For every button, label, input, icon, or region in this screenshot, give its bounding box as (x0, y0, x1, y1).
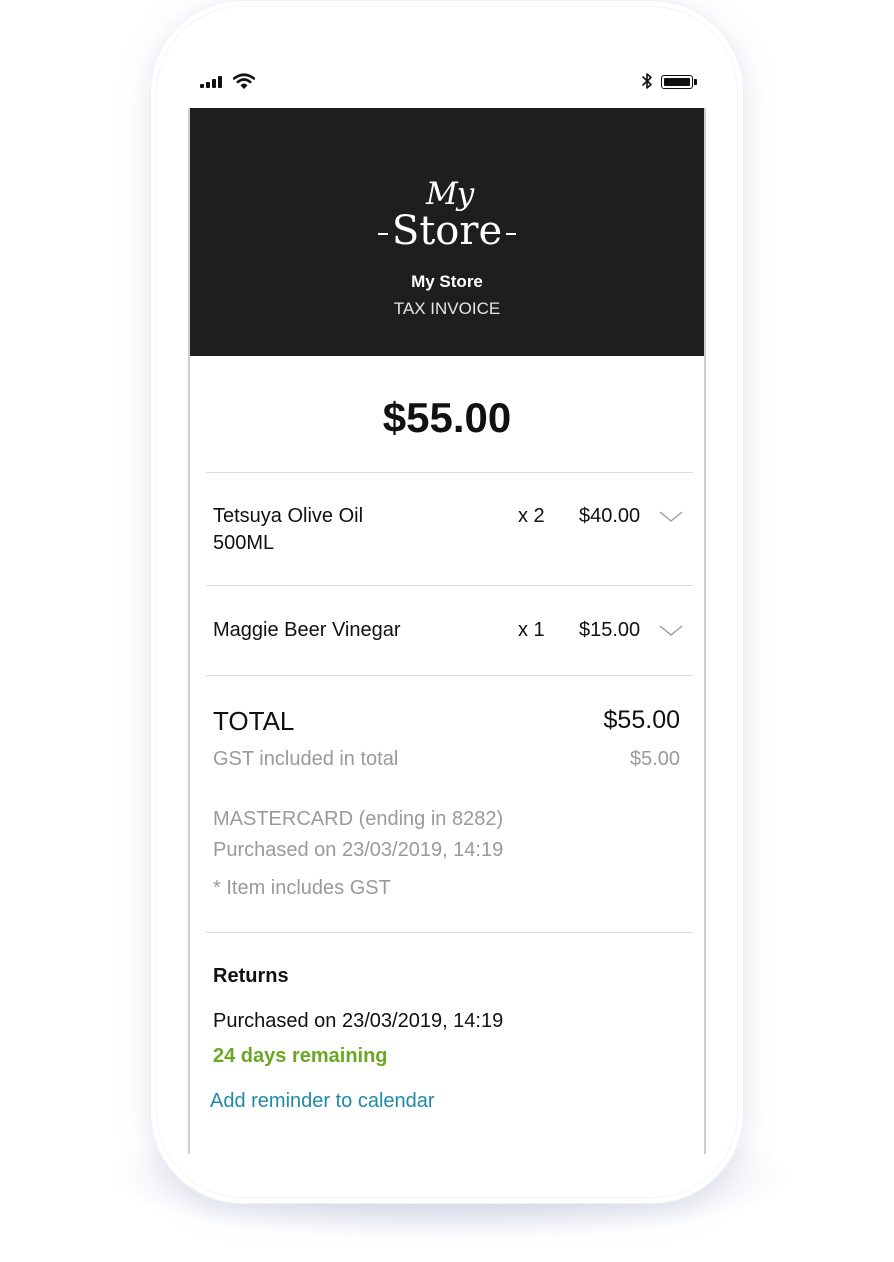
chevron-down-icon[interactable] (658, 508, 684, 524)
divider (206, 472, 693, 473)
total-value: $55.00 (603, 706, 680, 734)
item-price: $15.00 (579, 619, 641, 641)
add-reminder-link[interactable]: Add reminder to calendar (210, 1090, 435, 1113)
gst-value: $5.00 (629, 748, 680, 770)
item-name: Maggie Beer Vinegar (213, 619, 401, 641)
gst-note: * Item includes GST (213, 877, 391, 899)
receipt-amount: $55.00 (382, 394, 512, 441)
logo-store-wordmark: Store (190, 208, 704, 254)
total-label: TOTAL (213, 706, 295, 736)
bluetooth-icon (642, 73, 652, 89)
logo-dash-left (377, 233, 388, 235)
battery-full-icon (661, 75, 697, 89)
item-name: Tetsuya Olive Oil 500ML (213, 505, 364, 554)
logo-my-text: My (426, 176, 474, 212)
store-header: My Store My Store TAX INVOICE (190, 108, 704, 356)
divider (206, 932, 693, 933)
status-bar (200, 70, 700, 94)
item-price: $40.00 (579, 505, 641, 527)
wifi-icon (233, 73, 255, 89)
days-remaining: 24 days remaining (213, 1045, 388, 1067)
line-item[interactable]: Tetsuya Olive Oil 500ML x 2 $40.00 (190, 503, 704, 563)
divider (206, 675, 693, 676)
gst-label: GST included in total (213, 748, 399, 770)
document-type-label: TAX INVOICE (393, 299, 501, 318)
returns-title: Returns (213, 965, 289, 987)
logo-store-text: Store (391, 208, 503, 254)
item-quantity: x 2 (518, 505, 545, 527)
chevron-down-icon[interactable] (658, 622, 684, 638)
device-mockup-stage: My Store My Store TAX INVOICE $55.00 Tet… (0, 0, 894, 1262)
purchase-date: Purchased on 23/03/2019, 14:19 (213, 839, 504, 861)
store-logo: My Store (190, 176, 704, 256)
store-name: My Store (411, 272, 483, 291)
logo-dash-right (506, 233, 517, 235)
cellular-signal-icon (200, 76, 224, 88)
receipt-screen: My Store My Store TAX INVOICE $55.00 Tet… (188, 108, 706, 1154)
divider (206, 585, 693, 586)
returns-purchase-date: Purchased on 23/03/2019, 14:19 (213, 1010, 504, 1032)
item-quantity: x 1 (518, 619, 545, 641)
payment-method: MASTERCARD (ending in 8282) (213, 808, 504, 830)
line-item[interactable]: Maggie Beer Vinegar x 1 $15.00 (190, 617, 704, 677)
